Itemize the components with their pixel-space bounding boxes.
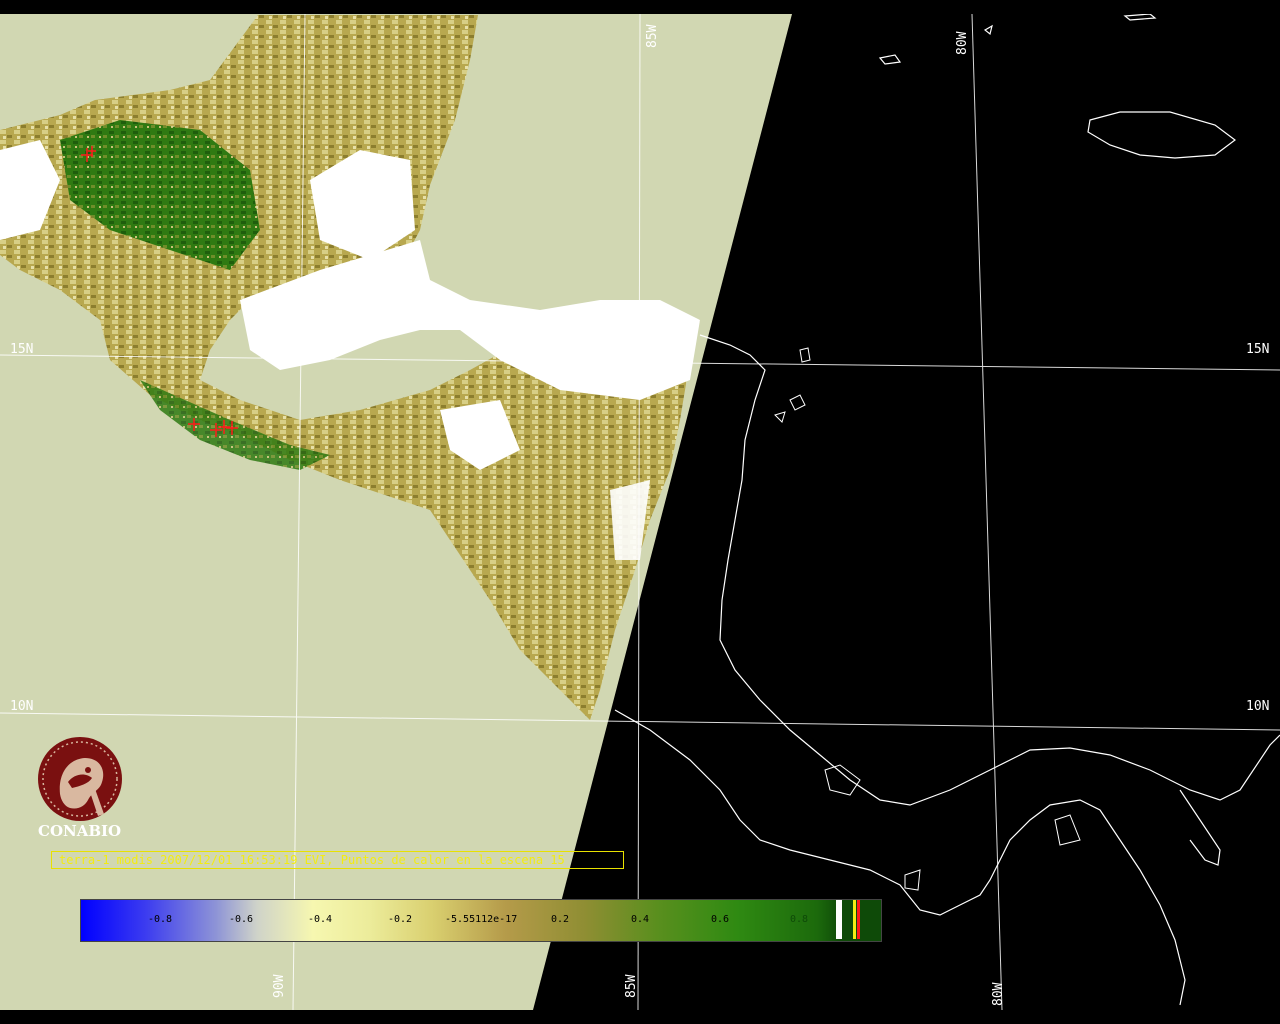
lon-label-80w-top: 80W <box>955 31 970 55</box>
lat-label-10n-left: 10N <box>10 699 34 714</box>
scale-tick: -0.6 <box>229 914 254 925</box>
scale-tick: 0.6 <box>711 914 730 925</box>
lon-label-80w-bottom: 80W <box>991 982 1006 1006</box>
lon-label-85w-top: 85W <box>645 24 660 48</box>
lat-label-15n-right: 15N <box>1246 342 1270 357</box>
scale-hotspot-swatch <box>857 900 860 939</box>
conabio-logo-text: CONABIO <box>38 822 122 840</box>
scale-tick: 0.2 <box>551 914 570 925</box>
scale-cloud-swatch <box>836 900 842 939</box>
scale-tick: 0.8 <box>790 914 809 925</box>
lon-label-85w-bottom: 85W <box>624 974 639 998</box>
scale-tick: -0.2 <box>388 914 413 925</box>
lat-label-15n-left: 15N <box>10 342 34 357</box>
satellite-map <box>0 0 1280 1024</box>
scale-tick: 0.4 <box>631 914 650 925</box>
lon-label-90w-bottom: 90W <box>272 974 287 998</box>
scale-yellow-swatch <box>853 900 856 939</box>
lat-label-10n-right: 10N <box>1246 699 1270 714</box>
scene-caption: terra-1 modis 2007/12/01 16:53:19 EVI, P… <box>51 851 624 869</box>
scale-tick: -0.8 <box>148 914 173 925</box>
scale-tick: -5.55112e-17 <box>445 914 518 925</box>
scale-tick: -0.4 <box>308 914 333 925</box>
